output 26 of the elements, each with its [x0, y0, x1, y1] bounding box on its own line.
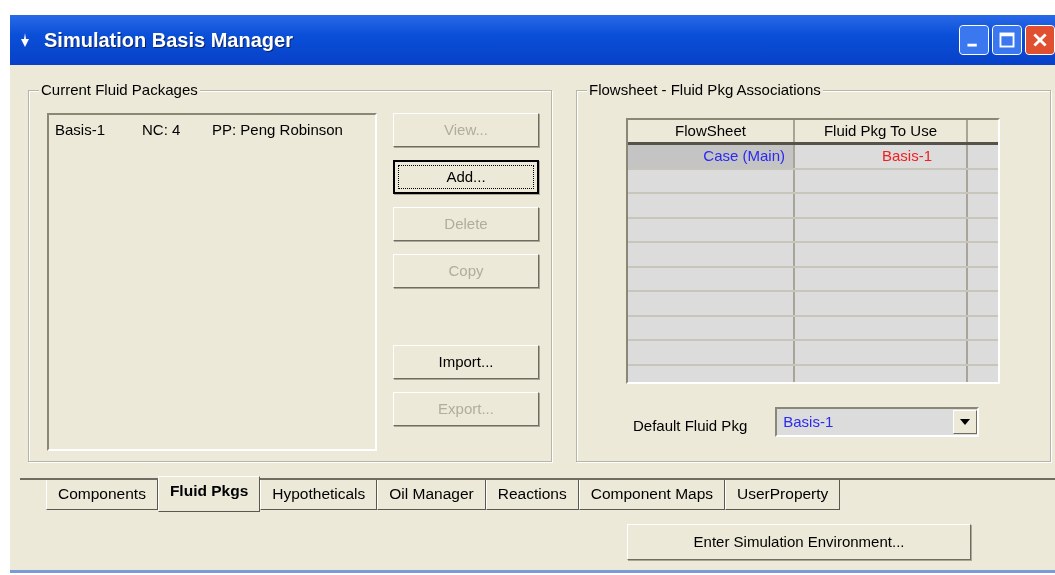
maximize-button[interactable]: [992, 25, 1022, 55]
enter-environment-button[interactable]: Enter Simulation Environment...: [627, 524, 971, 560]
action-button[interactable]: Add...: [393, 160, 539, 194]
minimize-button[interactable]: [959, 25, 989, 55]
tab[interactable]: Component Maps: [578, 480, 726, 510]
column-header[interactable]: FlowSheet: [628, 120, 795, 142]
fluid-package-list[interactable]: Basis-1 NC: 4 PP: Peng Robinson: [47, 113, 377, 451]
tab[interactable]: Components: [46, 480, 158, 510]
tab[interactable]: Fluid Pkgs: [157, 476, 261, 512]
table-cell[interactable]: Case (Main): [628, 145, 795, 168]
tab[interactable]: Reactions: [485, 480, 579, 510]
default-package-dropdown[interactable]: Basis-1: [775, 407, 980, 438]
dropdown-arrow-icon: [960, 419, 971, 426]
package-name: Basis-1: [55, 120, 107, 140]
tab[interactable]: Hypotheticals: [260, 480, 378, 510]
window-title: Simulation Basis Manager: [44, 28, 293, 53]
component-count: NC: 4: [142, 120, 182, 140]
default-package-label: Default Fluid Pkg: [633, 416, 748, 436]
close-button[interactable]: [1025, 25, 1055, 55]
app-icon: [20, 33, 30, 47]
column-header: [968, 120, 998, 142]
column-header[interactable]: Fluid Pkg To Use: [795, 120, 968, 142]
tab[interactable]: UserProperty: [725, 480, 841, 510]
action-button[interactable]: Import...: [393, 345, 539, 379]
tab[interactable]: Oil Manager: [377, 480, 486, 510]
property-package: PP: Peng Robinson: [212, 120, 343, 140]
